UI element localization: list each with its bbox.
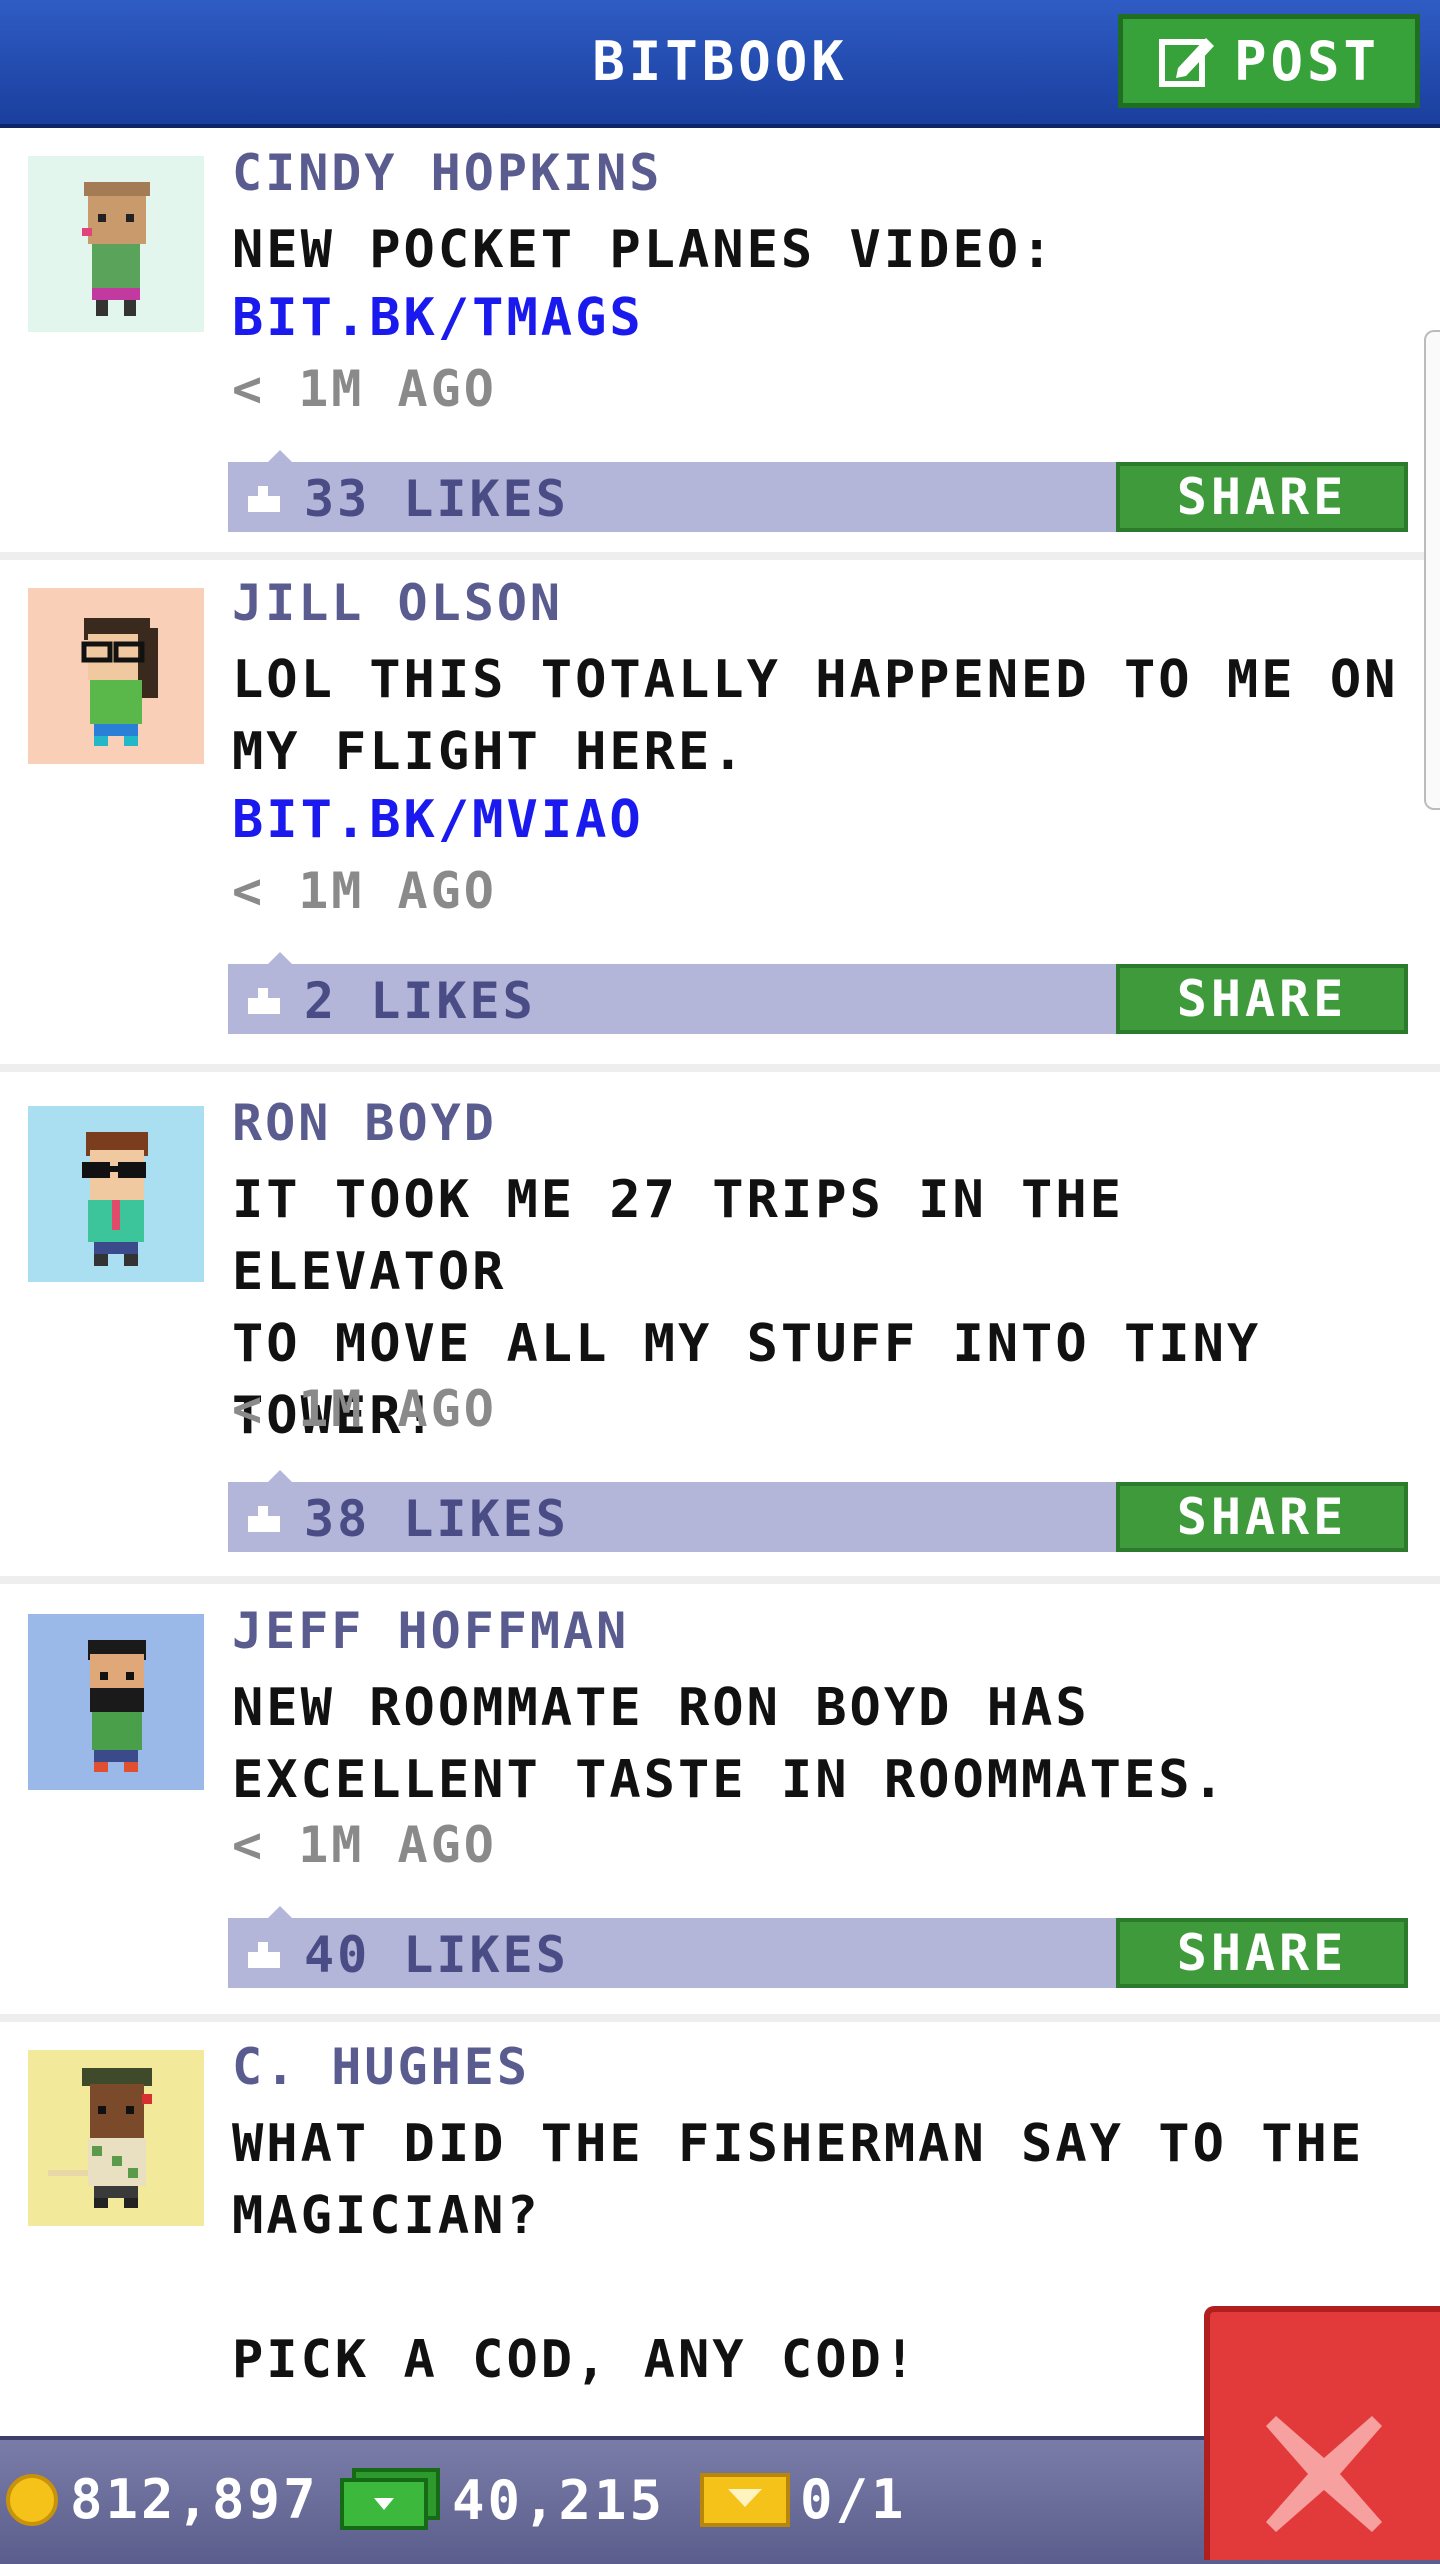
ticket-icon — [700, 2472, 790, 2527]
feed-post: JILL OLSON LOL THIS TOTALLY HAPPENED TO … — [0, 560, 1440, 1072]
like-bar[interactable]: 33 LIKES SHARE — [228, 450, 1408, 532]
close-icon — [1266, 2416, 1382, 2532]
likes-count: 38 LIKES — [304, 1490, 569, 1548]
bux-value: 40,215 — [452, 2468, 666, 2532]
tickets-stat: 0/1 — [700, 2468, 907, 2531]
post-text: NEW ROOMMATE RON BOYD HAS EXCELLENT TAST… — [232, 1678, 1227, 1810]
coins-value: 812,897 — [70, 2468, 319, 2531]
author-name[interactable]: JILL OLSON — [232, 574, 563, 632]
thumbs-up-icon — [248, 988, 280, 1014]
post-link[interactable]: BIT.BK/TMAGS — [232, 288, 644, 348]
like-bar[interactable]: 38 LIKES SHARE — [228, 1470, 1408, 1552]
post-text: NEW POCKET PLANES VIDEO: — [232, 220, 1056, 280]
post-time: < 1M AGO — [232, 1380, 497, 1438]
thumbs-up-icon — [248, 1506, 280, 1532]
share-button[interactable]: SHARE — [1116, 964, 1408, 1034]
likes-count: 40 LIKES — [304, 1926, 569, 1984]
thumbs-up-icon — [248, 486, 280, 512]
post-link[interactable]: BIT.BK/MVIAO — [232, 790, 644, 850]
app-header: BITBOOK POST — [0, 0, 1440, 128]
like-bar-tip — [268, 952, 292, 964]
like-bar[interactable]: 40 LIKES SHARE — [228, 1906, 1408, 1988]
author-name[interactable]: RON BOYD — [232, 1094, 497, 1152]
avatar[interactable] — [28, 156, 204, 332]
feed-post: RON BOYD IT TOOK ME 27 TRIPS IN THE ELEV… — [0, 1072, 1440, 1584]
avatar[interactable] — [28, 1614, 204, 1790]
like-bar[interactable]: 2 LIKES SHARE — [228, 952, 1408, 1034]
post-time: < 1M AGO — [232, 360, 497, 418]
post-button-label: POST — [1233, 29, 1381, 93]
share-button[interactable]: SHARE — [1116, 462, 1408, 532]
bux-icon — [340, 2468, 440, 2530]
coin-icon — [6, 2473, 58, 2526]
feed[interactable]: CINDY HOPKINS NEW POCKET PLANES VIDEO: B… — [0, 128, 1440, 2562]
likes-count: 2 LIKES — [304, 972, 536, 1030]
thumbs-up-icon — [248, 1942, 280, 1968]
like-bar-tip — [268, 450, 292, 462]
bux-stat: 40,215 — [338, 2468, 665, 2532]
edit-icon — [1158, 38, 1214, 87]
author-name[interactable]: CINDY HOPKINS — [232, 144, 662, 202]
author-name[interactable]: C. HUGHES — [232, 2038, 530, 2096]
avatar[interactable] — [28, 2050, 204, 2226]
post-time: < 1M AGO — [232, 1816, 497, 1874]
feed-post: CINDY HOPKINS NEW POCKET PLANES VIDEO: B… — [0, 128, 1440, 560]
avatar[interactable] — [28, 588, 204, 764]
scrollbar[interactable] — [1424, 330, 1440, 810]
like-bar-tip — [268, 1906, 292, 1918]
tickets-value: 0/1 — [800, 2468, 907, 2531]
post-button[interactable]: POST — [1118, 14, 1420, 108]
feed-post: JEFF HOFFMAN NEW ROOMMATE RON BOYD HAS E… — [0, 1584, 1440, 2022]
like-bar-tip — [268, 1470, 292, 1482]
post-text: LOL THIS TOTALLY HAPPENED TO ME ON MY FL… — [232, 650, 1399, 782]
coins-stat: 812,897 — [4, 2468, 319, 2531]
share-button[interactable]: SHARE — [1116, 1918, 1408, 1988]
avatar[interactable] — [28, 1106, 204, 1282]
likes-count: 33 LIKES — [304, 470, 569, 528]
close-button[interactable] — [1204, 2306, 1440, 2560]
share-button[interactable]: SHARE — [1116, 1482, 1408, 1552]
author-name[interactable]: JEFF HOFFMAN — [232, 1602, 629, 1660]
post-time: < 1M AGO — [232, 862, 497, 920]
